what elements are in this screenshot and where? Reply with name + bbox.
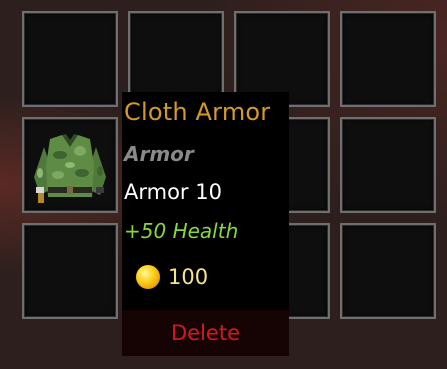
inventory-slot[interactable]: [22, 223, 118, 319]
item-tooltip: Cloth Armor Armor Armor 10 +50 Health 10…: [122, 92, 289, 356]
inventory-slot[interactable]: [340, 223, 436, 319]
price-value: 100: [168, 265, 209, 289]
delete-label: Delete: [171, 321, 240, 345]
item-armor-stat: Armor 10: [124, 180, 222, 204]
inventory-slot-cloth-armor[interactable]: [22, 117, 118, 213]
item-name: Cloth Armor: [124, 98, 271, 126]
item-type: Armor: [124, 142, 194, 166]
inventory-slot[interactable]: [22, 11, 118, 107]
inventory-slot[interactable]: [340, 11, 436, 107]
delete-button[interactable]: Delete: [122, 310, 289, 356]
item-price: 100: [136, 262, 208, 292]
inventory-slot[interactable]: [340, 117, 436, 213]
green-cloth-tunic-icon: [34, 134, 106, 203]
gold-coin-icon: [136, 265, 160, 289]
item-bonus-stat: +50 Health: [124, 219, 239, 243]
